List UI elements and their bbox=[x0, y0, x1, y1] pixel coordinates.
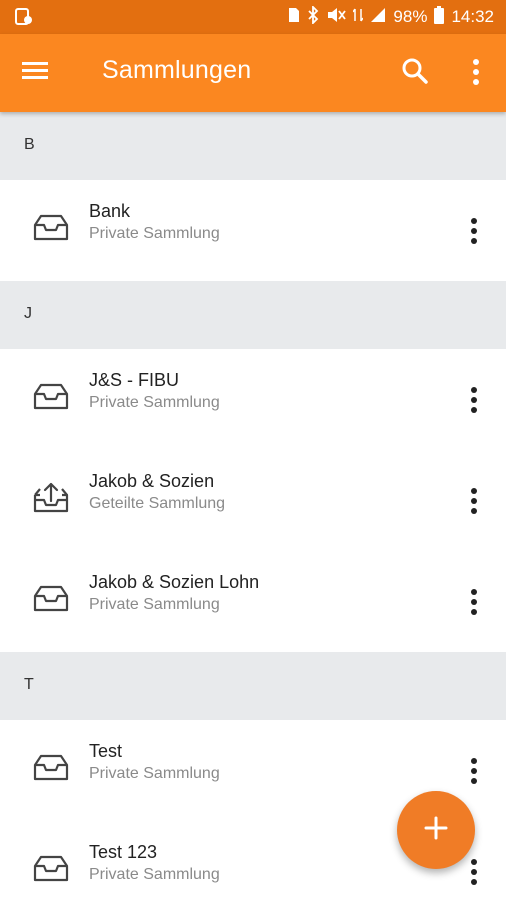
inbox-tray-icon bbox=[32, 380, 70, 414]
list-item[interactable]: Jakob & Sozien Geteilte Sammlung bbox=[0, 450, 506, 551]
more-vert-icon[interactable] bbox=[463, 754, 485, 788]
collection-title: Test bbox=[89, 741, 123, 761]
bluetooth-icon bbox=[307, 4, 319, 29]
section-header-t: T bbox=[0, 652, 506, 720]
list-item[interactable]: Jakob & Sozien Lohn Private Sammlung bbox=[0, 551, 506, 652]
inbox-tray-icon bbox=[32, 582, 70, 616]
collection-type: Geteilte Sammlung bbox=[89, 495, 226, 512]
collection-title: Bank bbox=[89, 201, 131, 221]
sim-icon bbox=[288, 7, 300, 28]
search-icon bbox=[398, 58, 432, 92]
list-item[interactable]: Bank Private Sammlung bbox=[0, 180, 506, 281]
menu-button[interactable] bbox=[20, 56, 60, 92]
clock: 14:32 bbox=[451, 7, 494, 26]
section-letter: J bbox=[24, 305, 32, 322]
collection-type: Private Sammlung bbox=[89, 394, 220, 411]
page-title: Sammlungen bbox=[102, 56, 252, 84]
data-icon bbox=[352, 7, 365, 28]
mute-icon bbox=[326, 7, 347, 28]
add-collection-button[interactable] bbox=[397, 791, 475, 869]
collection-type: Private Sammlung bbox=[89, 225, 220, 242]
inbox-tray-icon bbox=[32, 751, 70, 785]
app-bar: Sammlungen bbox=[0, 34, 506, 112]
list-item[interactable]: J&S - FIBU Private Sammlung bbox=[0, 349, 506, 450]
hamburger-menu-icon bbox=[20, 62, 50, 90]
section-header-b: B bbox=[0, 112, 506, 180]
more-vert-icon[interactable] bbox=[463, 383, 485, 417]
collection-type: Private Sammlung bbox=[89, 866, 220, 883]
collection-type: Private Sammlung bbox=[89, 765, 220, 782]
inbox-tray-icon bbox=[32, 211, 70, 245]
notification-icon bbox=[14, 8, 34, 31]
more-vert-icon[interactable] bbox=[463, 484, 485, 518]
status-icons: 98% 14:32 bbox=[288, 0, 494, 34]
battery-icon bbox=[434, 5, 445, 29]
more-vert-icon[interactable] bbox=[463, 214, 485, 248]
status-bar: 98% 14:32 bbox=[0, 0, 506, 34]
more-vert-icon[interactable] bbox=[463, 585, 485, 619]
collection-type: Private Sammlung bbox=[89, 596, 220, 613]
search-button[interactable] bbox=[398, 54, 434, 90]
collection-title: Jakob & Sozien Lohn bbox=[89, 572, 260, 592]
section-letter: B bbox=[24, 136, 35, 153]
collection-title: Jakob & Sozien bbox=[89, 471, 215, 491]
section-header-j: J bbox=[0, 281, 506, 349]
section-letter: T bbox=[24, 676, 34, 693]
inbox-tray-icon bbox=[32, 852, 70, 886]
collection-title: Test 123 bbox=[89, 842, 158, 862]
plus-icon bbox=[423, 815, 449, 846]
signal-icon bbox=[370, 7, 386, 28]
more-vert-icon bbox=[462, 59, 490, 94]
more-vert-icon[interactable] bbox=[463, 855, 485, 889]
battery-percent: 98% bbox=[393, 7, 428, 26]
overflow-menu-button[interactable] bbox=[462, 54, 490, 90]
shared-tray-icon bbox=[32, 481, 70, 515]
collection-title: J&S - FIBU bbox=[89, 370, 180, 390]
